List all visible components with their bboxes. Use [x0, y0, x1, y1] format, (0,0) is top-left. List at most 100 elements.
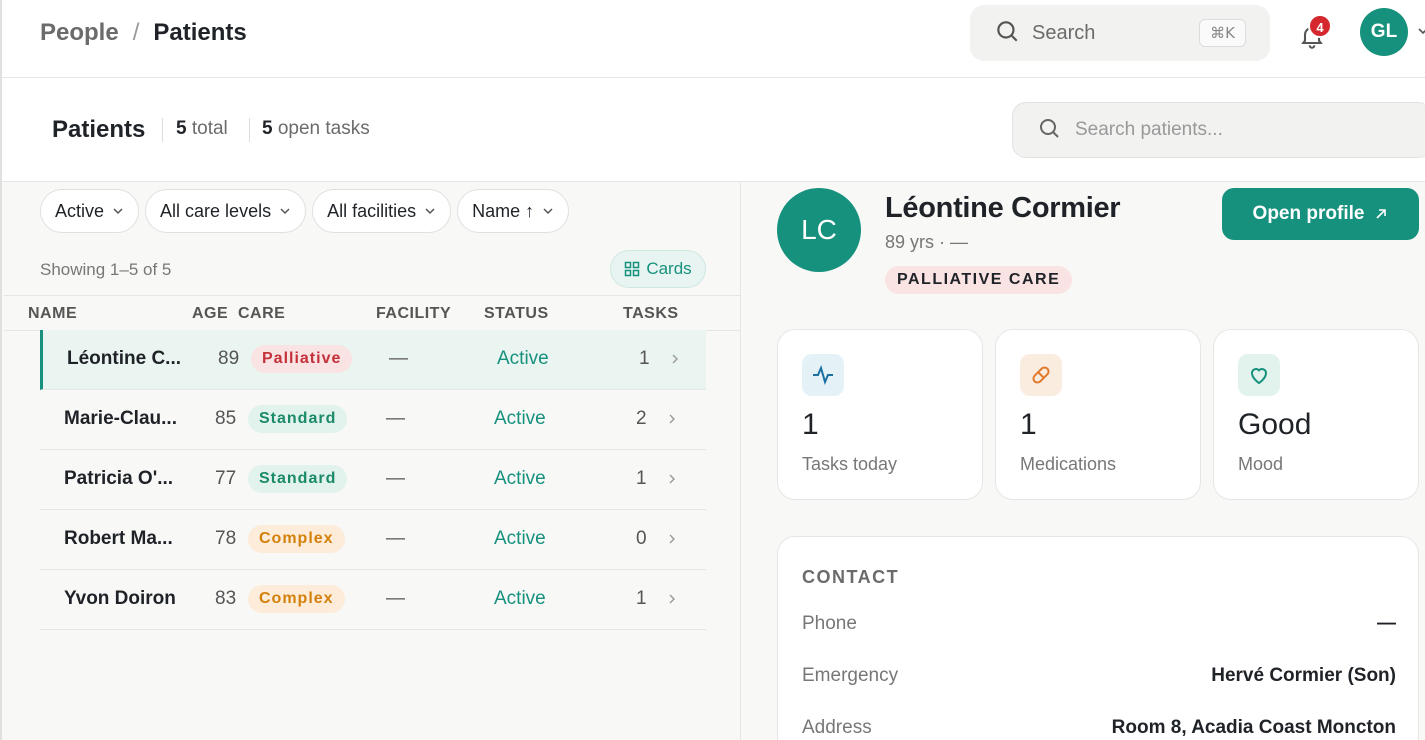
search-icon [994, 18, 1020, 49]
global-search[interactable]: Search ⌘K [970, 5, 1270, 61]
patient-facility: — [386, 468, 405, 489]
cards-view-button[interactable]: Cards [610, 250, 706, 288]
patient-name: Marie-Clau... [64, 408, 177, 429]
patient-tasks: 1 [639, 348, 650, 369]
table-row[interactable]: Marie-Clau... 85 Standard — Active 2 [40, 390, 706, 450]
chevron-right-icon [669, 474, 675, 484]
patient-search-input[interactable]: Search patients... [1012, 102, 1425, 158]
chevron-right-icon [672, 354, 678, 364]
heart-icon [1238, 354, 1280, 396]
showing-count: Showing 1–5 of 5 [40, 260, 172, 279]
patient-detail-name: Léontine Cormier [885, 192, 1121, 224]
stat-card-mood[interactable]: Good Mood [1213, 329, 1419, 500]
patient-age: 89 [218, 348, 240, 369]
breadcrumb-separator: / [132, 19, 140, 46]
search-shortcut: ⌘K [1199, 19, 1246, 47]
care-badge: Standard [248, 465, 348, 493]
patient-detail-panel: LC Léontine Cormier 89 yrs · — PALLIATIV… [741, 182, 1425, 740]
patient-facility: — [386, 588, 405, 609]
patient-facility: — [386, 528, 405, 549]
patient-name: Léontine C... [67, 348, 181, 369]
patient-tasks: 2 [636, 408, 647, 429]
care-level-badge: PALLIATIVE CARE [885, 266, 1073, 294]
chevron-right-icon [669, 534, 675, 544]
breadcrumb-patients: Patients [153, 19, 247, 46]
stat-label: Tasks today [802, 454, 898, 474]
pill-icon [1020, 354, 1062, 396]
stat-card-tasks[interactable]: 1 Tasks today [777, 329, 983, 500]
patient-tasks: 0 [636, 528, 647, 549]
chevron-down-icon [280, 208, 290, 215]
table-row[interactable]: Patricia O'... 77 Standard — Active 1 [40, 450, 706, 510]
emergency-label: Emergency [802, 665, 899, 686]
care-badge: Complex [248, 525, 345, 553]
chevron-right-icon [669, 414, 675, 424]
phone-label: Phone [802, 613, 857, 634]
table-row[interactable]: Yvon Doiron 83 Complex — Active 1 [40, 570, 706, 630]
patient-status: Active [494, 468, 546, 489]
table-header: NAME AGE CARE FACILITY STATUS TASKS [4, 295, 742, 331]
patient-name: Robert Ma... [64, 528, 173, 549]
open-profile-button[interactable]: Open profile [1222, 188, 1419, 240]
sort-select[interactable]: Name ↑ [457, 189, 570, 233]
chevron-down-icon[interactable] [1416, 24, 1425, 38]
patient-status: Active [494, 528, 546, 549]
address-label: Address [802, 717, 872, 738]
emergency-value: Hervé Cormier (Son) [1211, 665, 1396, 686]
patient-age: 77 [215, 468, 237, 489]
patient-name: Patricia O'... [64, 468, 174, 489]
patient-age: 85 [215, 408, 237, 429]
stat-label: Medications [1020, 454, 1117, 474]
address-value: Room 8, Acadia Coast Moncton [1111, 717, 1396, 738]
top-bar: People / Patients Search ⌘K 4 GL [0, 0, 1425, 78]
patient-name: Yvon Doiron [64, 588, 176, 609]
breadcrumb: People / Patients [40, 19, 247, 47]
total-count: 5 total [176, 118, 228, 139]
care-badge: Standard [248, 405, 348, 433]
col-facility[interactable]: FACILITY [376, 305, 451, 323]
stat-label: Mood [1238, 454, 1284, 474]
table-row[interactable]: Léontine C... 89 Palliative — Active 1 [40, 330, 706, 390]
chevron-down-icon [425, 208, 435, 215]
activity-icon [802, 354, 844, 396]
care-badge: Complex [248, 585, 345, 613]
filter-facility[interactable]: All facilities [312, 189, 452, 233]
open-tasks-count: 5 open tasks [262, 118, 370, 139]
stat-value: Good [1238, 408, 1312, 441]
breadcrumb-people[interactable]: People [40, 19, 119, 47]
patient-status: Active [494, 588, 546, 609]
chevron-down-icon [113, 208, 123, 215]
divider [162, 118, 163, 142]
patient-detail-meta: 89 yrs · — [885, 232, 969, 252]
user-avatar[interactable]: GL [1360, 8, 1408, 56]
col-tasks[interactable]: TASKS [623, 305, 679, 323]
divider [249, 118, 250, 142]
patient-age: 78 [215, 528, 237, 549]
filter-care-level[interactable]: All care levels [145, 189, 307, 233]
patient-status: Active [497, 348, 549, 369]
patient-facility: — [386, 408, 405, 429]
page-title: Patients [52, 116, 146, 143]
col-name[interactable]: NAME [28, 305, 77, 323]
chevron-down-icon [543, 208, 553, 215]
patient-search-placeholder: Search patients... [1075, 119, 1223, 140]
contact-card: CONTACT Phone — Emergency Hervé Cormier … [777, 536, 1419, 740]
care-badge: Palliative [251, 345, 353, 373]
filter-status[interactable]: Active [40, 189, 140, 233]
table-row[interactable]: Robert Ma... 78 Complex — Active 0 [40, 510, 706, 570]
search-icon [1037, 116, 1061, 145]
patient-facility: — [389, 348, 408, 369]
col-status[interactable]: STATUS [484, 305, 549, 323]
col-age[interactable]: AGE [192, 305, 228, 323]
stat-card-medications[interactable]: 1 Medications [995, 329, 1201, 500]
stat-value: 1 [1020, 408, 1037, 441]
phone-value: — [1377, 613, 1396, 634]
patient-age: 83 [215, 588, 237, 609]
notification-badge: 4 [1308, 14, 1332, 38]
patient-tasks: 1 [636, 468, 647, 489]
patient-tasks: 1 [636, 588, 647, 609]
col-care[interactable]: CARE [238, 305, 285, 323]
patients-header: Patients 5 total 5 open tasks Search pat… [0, 78, 1425, 182]
stat-value: 1 [802, 408, 819, 441]
chevron-right-icon [669, 594, 675, 604]
